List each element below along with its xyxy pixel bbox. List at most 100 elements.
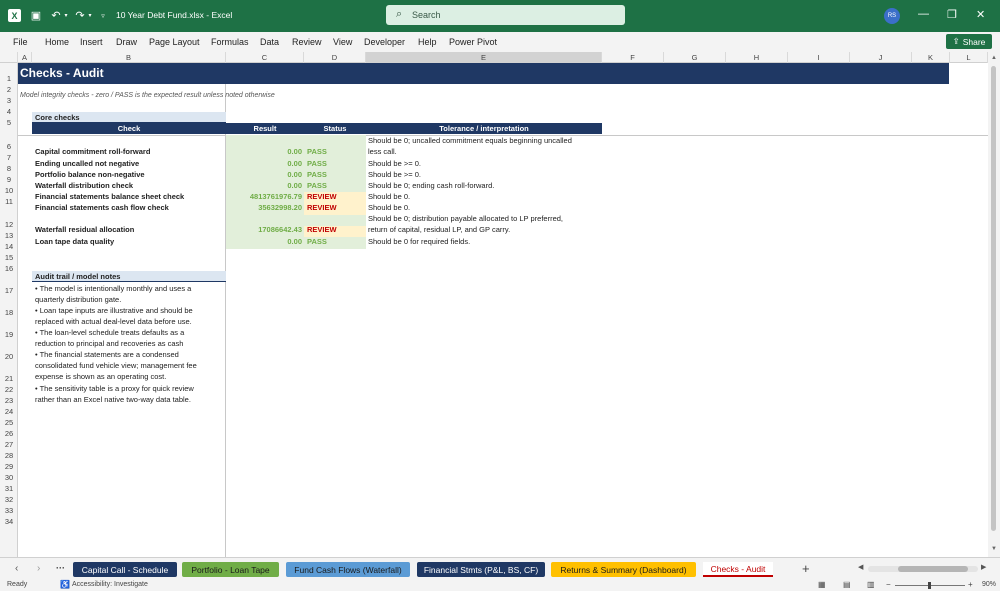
row-header[interactable]: 1 [0,63,18,84]
restore-icon[interactable]: ❐ [947,8,957,21]
vertical-scroll-thumb[interactable] [991,66,996,531]
row-header[interactable]: 26 [0,428,18,439]
row-header[interactable]: 31 [0,483,18,494]
menu-review[interactable]: Review [292,37,322,47]
accessibility-status[interactable]: Accessibility: Investigate [72,581,148,588]
page-layout-view-icon[interactable]: ▤ [843,580,851,589]
column-header-l[interactable]: L [950,52,988,63]
menu-page-layout[interactable]: Page Layout [149,37,200,47]
menu-view[interactable]: View [333,37,352,47]
worksheet-grid[interactable]: Checks - Audit Model integrity checks - … [18,63,988,557]
column-header-b[interactable]: B [32,52,226,63]
row-header[interactable]: 24 [0,406,18,417]
sheet-tab[interactable]: Capital Call - Schedule [73,562,177,577]
row-header[interactable]: 28 [0,450,18,461]
tab-next-icon[interactable]: › [37,563,40,574]
sheet-tab[interactable]: Returns & Summary (Dashboard) [551,562,696,577]
avatar[interactable]: RS [884,8,900,24]
column-header-a[interactable]: A [18,52,32,63]
row-header[interactable]: 3 [0,95,18,106]
row-header[interactable]: 11 [0,196,18,207]
sheet-tab[interactable]: Financial Stmts (P&L, BS, CF) [417,562,545,577]
row-header[interactable]: 30 [0,472,18,483]
customize-toolbar-icon[interactable]: ▿ [99,9,107,22]
row-header[interactable]: 8 [0,163,18,174]
minimize-icon[interactable]: — [918,8,929,20]
column-header-d[interactable]: D [304,52,366,63]
scroll-up-icon[interactable]: ▲ [991,55,997,61]
zoom-level[interactable]: 90% [982,581,996,588]
row-header[interactable]: 12 [0,207,18,230]
row-header[interactable]: 27 [0,439,18,450]
row-header[interactable]: 22 [0,384,18,395]
search-input[interactable]: ⌕ Search [386,5,625,25]
zoom-slider[interactable] [895,582,965,589]
row-header[interactable]: 17 [0,274,18,296]
tab-scroll-right-icon[interactable]: ▶ [981,563,986,571]
close-icon[interactable]: ✕ [976,8,985,21]
note-line: expense is shown as an operating cost. [35,372,167,381]
menu-formulas[interactable]: Formulas [211,37,249,47]
menu-draw[interactable]: Draw [116,37,137,47]
sheet-tab[interactable]: Fund Cash Flows (Waterfall) [286,562,410,577]
column-header-e[interactable]: E [366,52,602,63]
select-all-corner[interactable] [0,52,18,63]
row-header[interactable]: 18 [0,296,18,318]
column-header-f[interactable]: F [602,52,664,63]
zoom-slider-thumb[interactable] [928,582,931,589]
row-header[interactable]: 10 [0,185,18,196]
row-header[interactable]: 25 [0,417,18,428]
row-header[interactable]: 9 [0,174,18,185]
row-header[interactable]: 13 [0,230,18,241]
row-header[interactable]: 2 [0,84,18,95]
menu-developer[interactable]: Developer [364,37,405,47]
row-header[interactable]: 33 [0,505,18,516]
row-header[interactable]: 16 [0,263,18,274]
column-header-h[interactable]: H [726,52,788,63]
column-header-g[interactable]: G [664,52,726,63]
page-break-view-icon[interactable]: ▥ [867,580,875,589]
column-header-i[interactable]: I [788,52,850,63]
header-check: Check [117,124,141,133]
row-header[interactable]: 5 [0,117,18,128]
menu-insert[interactable]: Insert [80,37,103,47]
menu-help[interactable]: Help [418,37,437,47]
menu-file[interactable]: File [13,37,28,47]
horizontal-scroll-thumb[interactable] [898,566,968,572]
horizontal-scrollbar[interactable] [868,566,978,572]
row-header[interactable]: 29 [0,461,18,472]
save-icon[interactable]: ▣ [30,9,42,22]
row-header[interactable]: 32 [0,494,18,505]
add-sheet-icon[interactable]: + [802,561,810,576]
redo-dropdown-icon[interactable]: ▾ [87,9,93,22]
row-header[interactable]: 20 [0,340,18,362]
scroll-down-icon[interactable]: ▼ [991,546,997,552]
tab-prev-icon[interactable]: ‹ [15,563,18,574]
row-header[interactable]: 6 [0,129,18,152]
share-button[interactable]: ⇪ Share [946,34,992,49]
menu-data[interactable]: Data [260,37,279,47]
zoom-out-icon[interactable]: − [886,580,891,589]
zoom-in-icon[interactable]: + [968,580,973,589]
menu-power-pivot[interactable]: Power Pivot [449,37,497,47]
row-header[interactable]: 7 [0,152,18,163]
column-header-j[interactable]: J [850,52,912,63]
column-header-k[interactable]: K [912,52,950,63]
undo-icon[interactable]: ↶ [50,9,62,22]
menu-home[interactable]: Home [45,37,69,47]
row-header[interactable]: 21 [0,362,18,384]
row-header[interactable]: 23 [0,395,18,406]
row-header[interactable]: 19 [0,318,18,340]
normal-view-icon[interactable]: ▦ [818,580,826,589]
sheet-tab[interactable]: Portfolio - Loan Tape [182,562,279,577]
tab-scroll-left-icon[interactable]: ◀ [858,563,863,571]
row-header[interactable]: 15 [0,252,18,263]
column-header-c[interactable]: C [226,52,304,63]
tab-active-sheet[interactable]: Checks - Audit [703,562,773,577]
undo-dropdown-icon[interactable]: ▾ [63,9,69,22]
row-header[interactable]: 34 [0,516,18,527]
redo-icon[interactable]: ↷ [74,9,86,22]
more-tabs-icon[interactable]: ··· [56,563,65,573]
row-header[interactable]: 14 [0,241,18,252]
row-header[interactable]: 4 [0,106,18,117]
